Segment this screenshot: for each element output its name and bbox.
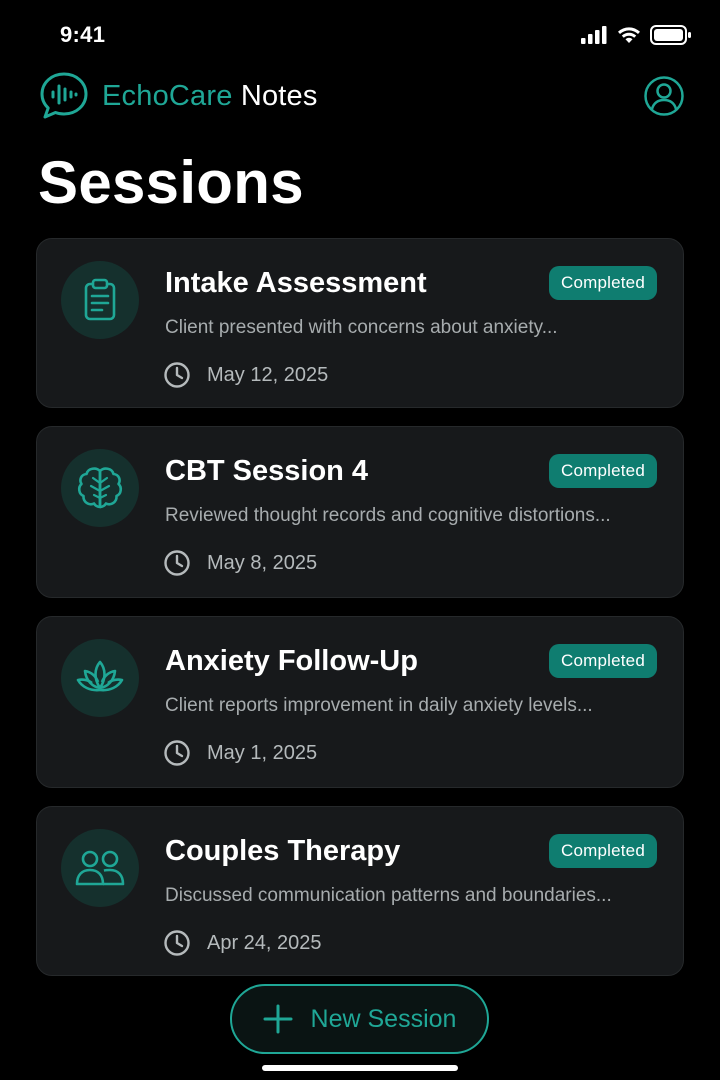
lotus-icon	[61, 639, 139, 717]
status-time: 9:41	[60, 22, 106, 47]
session-date: Apr 24, 2025	[207, 931, 322, 954]
session-summary: Client presented with concerns about anx…	[165, 317, 558, 338]
users-icon	[61, 829, 139, 907]
new-session-button[interactable]: New Session	[230, 984, 489, 1054]
session-summary: Client reports improvement in daily anxi…	[165, 695, 593, 716]
session-card-couples-therapy[interactable]: Couples Therapy Completed Discussed comm…	[36, 806, 684, 976]
status-icons	[580, 24, 692, 46]
session-date-row: May 8, 2025	[163, 549, 317, 577]
app-brand-name: EchoCare	[102, 79, 233, 112]
clock-icon	[164, 930, 190, 956]
session-date: May 1, 2025	[207, 741, 318, 764]
user-profile-icon	[644, 76, 684, 116]
session-summary: Reviewed thought records and cognitive d…	[165, 505, 611, 526]
new-session-label: New Session	[310, 1004, 457, 1033]
clock-icon	[164, 362, 190, 388]
session-list: Intake Assessment Completed Client prese…	[36, 238, 684, 994]
session-title: CBT Session 4	[165, 455, 369, 487]
battery-icon	[650, 25, 691, 45]
chat-waveform-logo-icon	[38, 70, 90, 122]
clock-icon	[164, 740, 190, 766]
status-bar: 9:41	[0, 0, 720, 70]
session-date: May 8, 2025	[207, 551, 318, 574]
status-badge: Completed	[548, 454, 657, 488]
home-indicator	[262, 1065, 458, 1071]
app-header: EchoCare Notes	[38, 68, 686, 124]
wifi-icon	[618, 27, 640, 43]
app-brand-suffix: Notes	[232, 79, 318, 112]
plus-icon	[263, 1004, 293, 1034]
session-title: Couples Therapy	[165, 835, 401, 867]
clipboard-icon	[61, 261, 139, 339]
session-card-cbt-session-4[interactable]: CBT Session 4 Completed Reviewed thought…	[36, 426, 684, 598]
session-title: Intake Assessment	[165, 267, 427, 299]
status-badge: Completed	[548, 834, 657, 868]
status-badge: Completed	[548, 644, 657, 678]
session-card-intake-assessment[interactable]: Intake Assessment Completed Client prese…	[36, 238, 684, 408]
profile-button[interactable]	[642, 74, 686, 118]
session-summary: Discussed communication patterns and bou…	[165, 885, 612, 906]
session-card-anxiety-follow-up[interactable]: Anxiety Follow-Up Completed Client repor…	[36, 616, 684, 788]
status-badge: Completed	[548, 266, 657, 300]
app-title: EchoCare Notes	[102, 80, 318, 113]
session-date-row: Apr 24, 2025	[163, 929, 322, 957]
page-title: Sessions	[38, 149, 304, 216]
session-title: Anxiety Follow-Up	[165, 645, 418, 677]
session-date-row: May 12, 2025	[163, 361, 328, 389]
session-date-row: May 1, 2025	[163, 739, 317, 767]
session-date: May 12, 2025	[207, 363, 329, 386]
clock-icon	[164, 550, 190, 576]
brain-icon	[61, 449, 139, 527]
signal-icon	[581, 26, 607, 44]
